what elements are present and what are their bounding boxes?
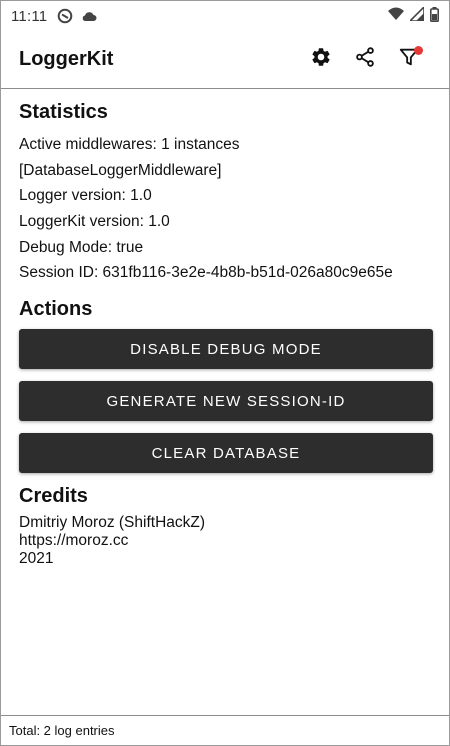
status-bar: 11:11 bbox=[1, 1, 449, 31]
credits-author: Dmitriy Moroz (ShiftHackZ) bbox=[19, 514, 206, 532]
battery-icon bbox=[430, 6, 440, 26]
log-count-text: Total: 2 log entries bbox=[9, 723, 115, 738]
clear-database-button[interactable]: CLEAR DATABASE bbox=[19, 433, 433, 474]
stat-line-loggerkit-version: LoggerKit version: 1.0 bbox=[19, 213, 170, 231]
share-icon bbox=[354, 46, 376, 73]
signal-icon bbox=[408, 5, 425, 25]
credits-heading: Credits bbox=[19, 485, 88, 508]
actions-heading: Actions bbox=[19, 298, 93, 321]
log-count-footer: Total: 2 log entries bbox=[1, 715, 449, 745]
app-toolbar: LoggerKit bbox=[1, 31, 449, 89]
status-right-icons bbox=[388, 5, 440, 26]
settings-icon bbox=[310, 46, 332, 73]
stat-line-middlewares: Active middlewares: 1 instances bbox=[19, 136, 240, 153]
wifi-icon bbox=[388, 7, 404, 25]
settings-button[interactable] bbox=[299, 38, 343, 82]
status-time: 11:11 bbox=[11, 7, 48, 25]
statistics-heading: Statistics bbox=[19, 101, 108, 123]
stat-line-session-id: Session ID: 631fb116-3e2e-4b8b-b51d-026a… bbox=[19, 264, 393, 282]
toolbar-actions bbox=[299, 38, 431, 82]
credits-website-link[interactable]: https://moroz.cc bbox=[19, 532, 431, 550]
stat-line-middleware-list: [DatabaseLoggerMiddleware] bbox=[19, 161, 222, 179]
statistics-section: Statistics Active middlewares: 1 instanc… bbox=[19, 101, 431, 286]
stat-line-logger-version: Logger version: 1.0 bbox=[19, 187, 152, 205]
do-not-disturb-icon bbox=[57, 8, 73, 24]
stat-line-debug-mode: Debug Mode: true bbox=[19, 238, 144, 256]
filter-badge bbox=[414, 45, 423, 55]
main-content: Statistics Active middlewares: 1 instanc… bbox=[19, 101, 433, 568]
cloud-icon bbox=[81, 8, 97, 24]
app-title: LoggerKit bbox=[19, 48, 114, 70]
credits-section: Credits Dmitriy Moroz (ShiftHackZ) https… bbox=[19, 485, 431, 568]
generate-session-id-button[interactable]: GENERATE NEW SESSION-ID bbox=[19, 381, 433, 422]
share-button[interactable] bbox=[343, 38, 387, 82]
credits-year: 2021 bbox=[19, 550, 54, 568]
actions-section: Actions DISABLE DEBUG MODE GENERATE NEW … bbox=[19, 298, 433, 474]
disable-debug-mode-button[interactable]: DISABLE DEBUG MODE bbox=[19, 329, 433, 370]
app-window: 11:11 LoggerKit Statistics Active middle… bbox=[0, 0, 450, 746]
filter-button[interactable] bbox=[387, 38, 431, 82]
